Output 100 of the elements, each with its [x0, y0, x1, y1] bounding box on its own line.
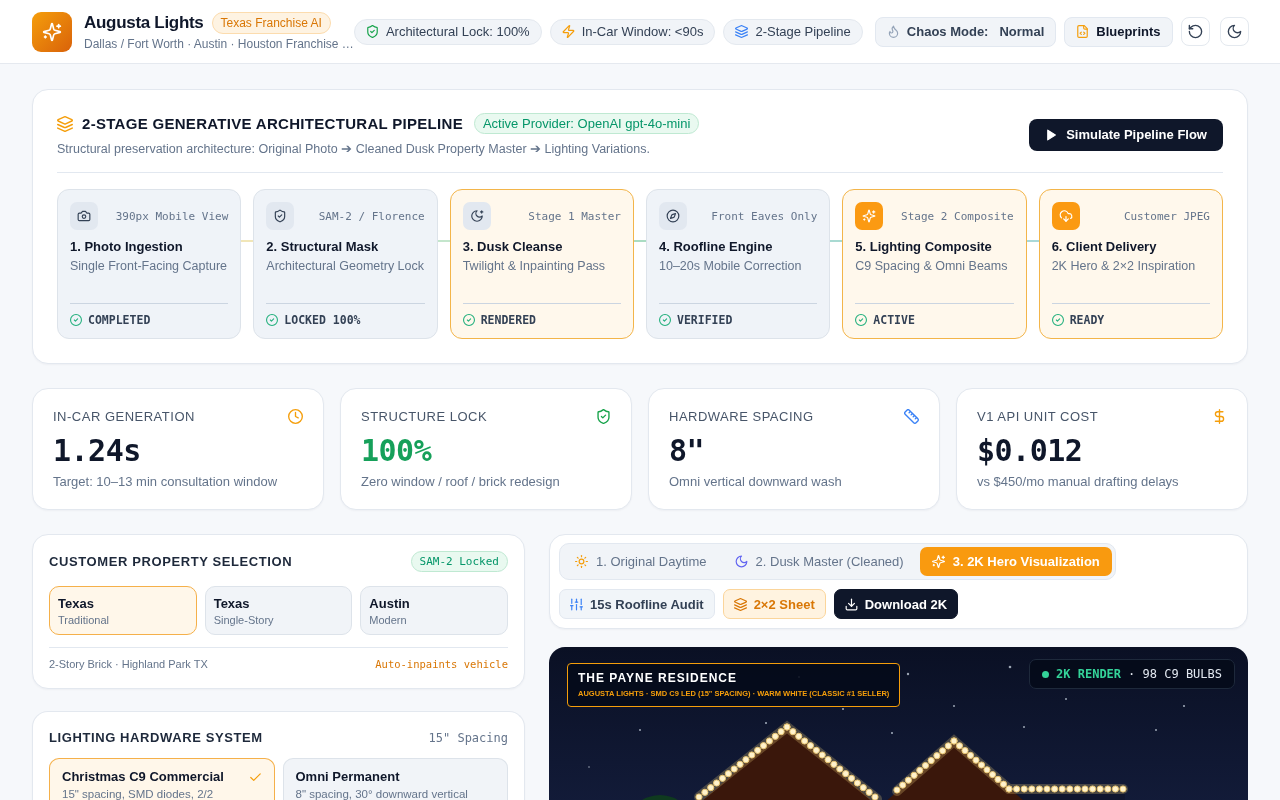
blueprints-button[interactable]: Blueprints — [1064, 16, 1173, 47]
sliders-icon — [570, 597, 583, 611]
stage-title: 4. Roofline Engine — [659, 239, 774, 254]
property-option[interactable]: Texas Traditional — [49, 586, 197, 635]
stage-title: 1. Photo Ingestion — [70, 239, 184, 254]
shield-check-icon — [596, 409, 611, 424]
action-button[interactable]: Download 2K — [833, 589, 959, 619]
lock-badge: SAM-2 Locked — [410, 551, 508, 572]
render-label: 2K RENDER — [1056, 667, 1122, 681]
stage-subtitle: Architectural Geometry Lock — [266, 258, 425, 274]
hardware-name: Omni Permanent — [295, 769, 400, 785]
franchise-badge: Texas Franchise AI — [211, 12, 331, 34]
hardware-detail: 8" spacing, 30° downward vertical — [295, 788, 469, 800]
stage-tag: SAM-2 / Florence — [318, 209, 425, 223]
property-address: 2-Story Brick · Highland Park TX — [49, 658, 208, 670]
stage-status: COMPLETED — [88, 313, 151, 327]
layers-icon — [57, 115, 73, 132]
moon-icon — [1226, 24, 1242, 39]
check-circle-icon — [462, 314, 475, 326]
sun-icon — [575, 555, 588, 568]
metric-note: vs $450/mo manual drafting delays — [977, 474, 1180, 489]
property-option[interactable]: Austin Modern — [360, 586, 508, 635]
stage-tag: Customer JPEG — [1123, 209, 1210, 223]
connector-line — [830, 240, 843, 242]
metric-value: 8" — [669, 434, 706, 468]
clock-icon — [288, 409, 303, 424]
chaos-mode-button[interactable]: Chaos Mode: Normal — [874, 16, 1057, 47]
metric-value: 100% — [361, 434, 433, 468]
metric-label: HARDWARE SPACING — [669, 409, 814, 424]
reset-icon — [1187, 24, 1203, 39]
metric-note: Omni vertical downward wash — [669, 474, 843, 489]
check-circle-icon — [70, 314, 82, 326]
stage-status: ACTIVE — [873, 313, 915, 327]
hardware-detail: 15" spacing, SMD diodes, 2/2 — [62, 788, 215, 800]
layers-icon — [735, 25, 749, 38]
stage-status: RENDERED — [480, 313, 537, 327]
stage-tag: Stage 2 Composite — [901, 209, 1014, 223]
inpaint-note: Auto-inpaints vehicle — [375, 658, 508, 670]
status-pill-label: Architectural Lock: 100% — [385, 24, 530, 39]
pipeline-title: 2-STAGE GENERATIVE ARCHITECTURAL PIPELINE — [82, 115, 463, 132]
flame-icon — [886, 25, 900, 38]
connector-line — [241, 240, 254, 242]
metric-label: IN-CAR GENERATION — [53, 409, 195, 424]
download-icon — [844, 597, 858, 611]
metric-label: STRUCTURE LOCK — [361, 409, 488, 424]
action-button[interactable]: 15s Roofline Audit — [559, 589, 715, 619]
connector-line — [634, 240, 646, 242]
stage-subtitle: Single Front-Facing Capture — [70, 258, 229, 274]
hardware-option[interactable]: Christmas C9 Commercial 15" spacing, SMD diodes, 2/2 — [49, 758, 275, 800]
check-circle-icon — [266, 314, 279, 326]
check-circle-icon — [855, 314, 868, 326]
stage-title: 2. Structural Mask — [266, 239, 380, 254]
stage-status: LOCKED 100% — [284, 313, 361, 327]
hardware-option[interactable]: Omni Permanent 8" spacing, 30° downward vertical — [282, 758, 508, 800]
stage-tag: Stage 1 Master — [528, 209, 621, 223]
sparkles-icon — [931, 555, 945, 568]
metric-note: Zero window / roof / brick redesign — [361, 474, 561, 489]
pipeline-description: Structural preservation architecture: Original Photo ➔ Cleaned Dusk Property Master ➔ Lighting Variations. — [57, 141, 651, 156]
region-subtitle: Dallas / Fort Worth · Austin · Houston Franchise … — [84, 37, 354, 51]
residence-title: THE PAYNE RESIDENCE — [578, 671, 739, 685]
stage-subtitle: 10–20s Mobile Correction — [659, 258, 803, 274]
bulb-count: · 98 C9 BULBS — [1128, 667, 1222, 681]
check-circle-icon — [659, 314, 671, 326]
logo-icon — [32, 11, 72, 52]
app-title: Augusta Lights — [84, 13, 204, 33]
stage-subtitle: 2K Hero & 2×2 Inspiration — [1051, 258, 1197, 274]
stage-title: 3. Dusk Cleanse — [462, 239, 564, 254]
metric-value: 1.24s — [53, 434, 142, 468]
play-icon — [1045, 128, 1058, 141]
stage-title: 6. Client Delivery — [1051, 239, 1158, 254]
metric-label: V1 API UNIT COST — [977, 409, 1099, 424]
stage-tag: Front Eaves Only — [711, 209, 818, 223]
stage-tag: 390px Mobile View — [115, 209, 229, 223]
section-title: LIGHTING HARDWARE SYSTEM — [49, 730, 263, 745]
check-circle-icon — [1051, 314, 1064, 326]
theme-toggle-button[interactable] — [1219, 17, 1249, 46]
view-tab[interactable]: 1. Original Daytime — [563, 547, 719, 576]
stage-subtitle: Twilight & Inpainting Pass — [462, 258, 607, 274]
metric-note: Target: 10–13 min consultation window — [53, 474, 279, 489]
dollar-icon — [1212, 409, 1227, 424]
shield-check-icon — [365, 25, 379, 38]
status-pill-label: 2-Stage Pipeline — [755, 24, 851, 39]
section-title: CUSTOMER PROPERTY SELECTION — [49, 554, 293, 569]
simulate-button[interactable]: Simulate Pipeline Flow — [1029, 118, 1223, 151]
view-tab[interactable]: 2. Dusk Master (Cleaned) — [722, 547, 916, 576]
property-option[interactable]: Texas Single-Story — [204, 586, 353, 635]
lightning-icon — [561, 25, 575, 38]
file-code-icon — [1076, 25, 1090, 38]
moon-icon — [734, 555, 748, 568]
stage-title: 5. Lighting Composite — [855, 239, 993, 254]
provider-badge: Active Provider: OpenAI gpt-4o-mini — [473, 113, 700, 134]
spacing-label: 15" Spacing — [428, 730, 508, 745]
status-pill-label: In-Car Window: <90s — [581, 24, 704, 39]
connector-line — [1026, 240, 1039, 242]
reset-button[interactable] — [1180, 17, 1210, 46]
stage-status: VERIFIED — [677, 313, 733, 327]
connector-line — [437, 240, 450, 242]
layers-icon — [733, 597, 747, 611]
metric-value: $0.012 — [977, 434, 1084, 468]
check-icon — [248, 770, 262, 784]
